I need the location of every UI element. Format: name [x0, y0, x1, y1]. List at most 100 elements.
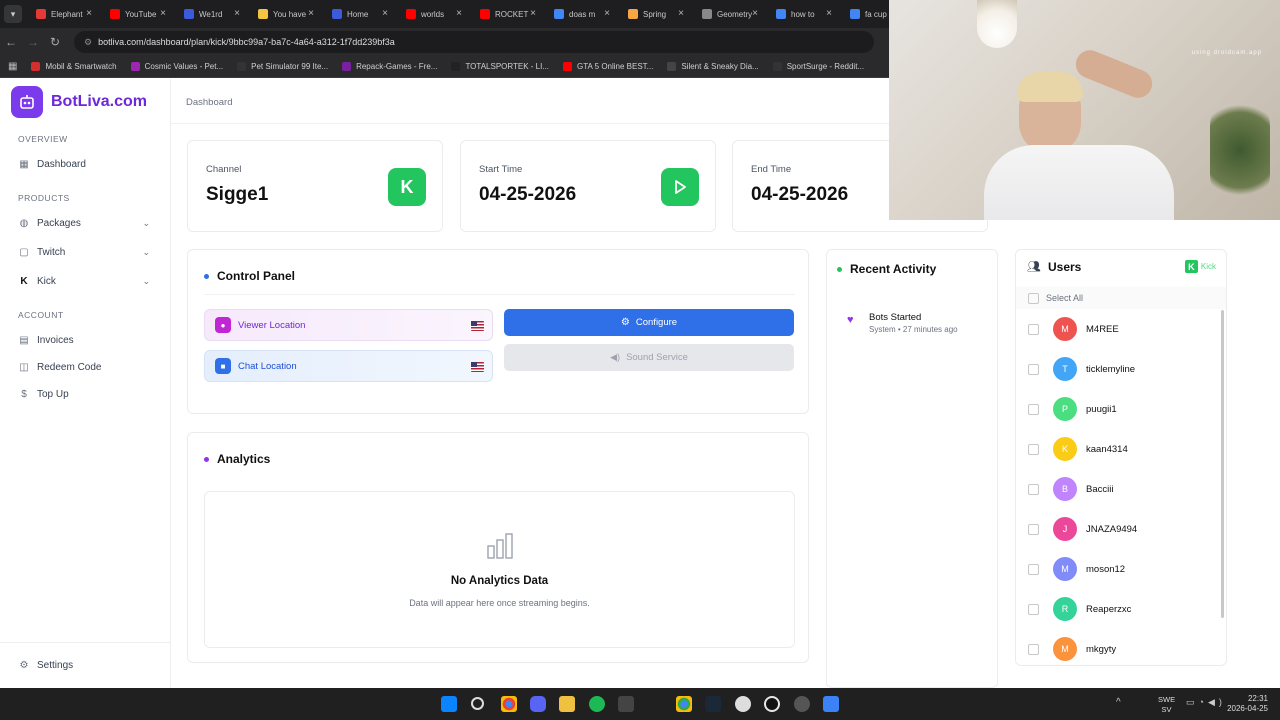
username: kaan4314 — [1086, 443, 1128, 455]
user-row[interactable]: Ppuugii1 — [1016, 389, 1216, 429]
tray-chevron-icon[interactable]: ^ — [1116, 697, 1121, 708]
bookmark-item[interactable]: Pet Simulator 99 Ite... — [237, 62, 328, 71]
close-icon[interactable]: × — [530, 8, 536, 19]
close-icon[interactable]: × — [678, 8, 684, 19]
app-icon[interactable] — [794, 696, 810, 712]
user-checkbox[interactable] — [1028, 523, 1039, 535]
user-row[interactable]: M M4REE — [1016, 309, 1216, 349]
close-icon[interactable]: × — [456, 8, 462, 19]
app-icon[interactable] — [823, 696, 839, 712]
scrollbar[interactable] — [1221, 310, 1224, 618]
reload-icon[interactable]: ↻ — [44, 35, 66, 49]
viewer-location-button[interactable]: ● Viewer Location — [204, 309, 493, 341]
user-row[interactable]: Kkaan4314 — [1016, 429, 1216, 469]
user-row[interactable]: Mmoson12 — [1016, 549, 1216, 589]
configure-button[interactable]: ⚙ Configure — [504, 309, 794, 336]
bookmark-item[interactable]: Silent & Sneaky Dia... — [667, 62, 759, 71]
kick-icon: K — [20, 276, 28, 287]
close-icon[interactable]: × — [308, 8, 314, 19]
app-icon[interactable] — [735, 696, 751, 712]
bookmark-item[interactable]: Mobil & Smartwatch — [31, 62, 117, 71]
start-icon[interactable] — [441, 696, 457, 712]
user-checkbox[interactable] — [1028, 563, 1039, 575]
select-all-checkbox[interactable] — [1028, 292, 1039, 304]
close-icon[interactable]: × — [382, 8, 388, 19]
bookmark-item[interactable]: Cosmic Values - Pet... — [130, 62, 223, 71]
browser-tab[interactable]: We1rd × — [174, 0, 248, 28]
chat-location-button[interactable]: ■ Chat Location — [204, 350, 493, 382]
username: Reaperzxc — [1086, 603, 1132, 615]
platform-label: Kick — [1200, 262, 1216, 271]
browser-tab[interactable]: Geometry × — [692, 0, 766, 28]
user-row[interactable]: Tticklemyline — [1016, 349, 1216, 389]
user-checkbox[interactable] — [1028, 483, 1039, 495]
close-icon[interactable]: × — [160, 8, 166, 19]
sidebar-item-packages[interactable]: ◍ Packages ⌄ — [18, 218, 158, 229]
user-row[interactable]: B Bacciii — [1016, 469, 1216, 509]
sidebar-item-twitch[interactable]: ▢ Twitch ⌄ — [18, 247, 158, 258]
sidebar: BotLiva.com OVERVIEW ▦ Dashboard PRODUCT… — [0, 79, 171, 688]
spotify-icon[interactable] — [589, 696, 605, 712]
chrome-icon[interactable] — [501, 696, 517, 712]
user-row[interactable]: J JNAZA9494 — [1016, 509, 1216, 549]
sidebar-item-topup[interactable]: $ Top Up — [18, 389, 158, 400]
browser-tab[interactable]: how to × — [766, 0, 840, 28]
browser-tab[interactable]: Elephant × — [26, 0, 100, 28]
breadcrumb: Dashboard — [186, 97, 233, 108]
user-row[interactable]: R Reaperzxc — [1016, 589, 1216, 629]
person-arm — [1071, 46, 1157, 102]
user-checkbox[interactable] — [1028, 363, 1039, 375]
steam-icon[interactable] — [705, 696, 721, 712]
globe-icon: ◍ — [19, 218, 29, 229]
language-indicator[interactable]: SWE SV — [1158, 695, 1175, 715]
search-icon[interactable] — [471, 697, 484, 710]
user-checkbox[interactable] — [1028, 403, 1039, 415]
close-icon[interactable]: × — [826, 8, 832, 19]
forward-icon[interactable]: → — [22, 35, 44, 49]
sidebar-item-redeem[interactable]: ◫ Redeem Code — [18, 362, 158, 373]
close-icon[interactable]: × — [234, 8, 240, 19]
url-field[interactable]: ⚙ botliva.com/dashboard/plan/kick/9bbc99… — [74, 31, 874, 53]
bookmark-item[interactable]: SportSurge - Reddit... — [772, 62, 864, 71]
browser-tab[interactable]: Spring × — [618, 0, 692, 28]
site-info-icon[interactable]: ⚙ — [84, 37, 92, 48]
app-icon[interactable] — [618, 696, 634, 712]
sidebar-item-dashboard[interactable]: ▦ Dashboard — [18, 159, 158, 170]
tab-search-icon[interactable]: ▾ — [4, 5, 22, 23]
user-row[interactable]: Mmkgyty — [1016, 629, 1216, 665]
bookmark-item[interactable]: Repack-Games - Fre... — [342, 62, 437, 71]
browser-tab[interactable]: worlds × — [396, 0, 470, 28]
browser-tab[interactable]: YouTube × — [100, 0, 174, 28]
clock[interactable]: 22:31 2026-04-25 — [1227, 694, 1268, 714]
sidebar-item-invoices[interactable]: ▤ Invoices — [18, 335, 158, 346]
close-icon[interactable]: × — [752, 8, 758, 19]
button-label: Sound Service — [626, 352, 688, 363]
tab-title: Home — [347, 9, 369, 19]
discord-icon[interactable] — [530, 696, 546, 712]
user-checkbox[interactable] — [1028, 603, 1039, 615]
bookmark-item[interactable]: TOTALSPORTEK - LI... — [451, 62, 549, 71]
tray-icons[interactable]: ▭◔◀) — [1186, 697, 1226, 708]
logo[interactable]: BotLiva.com — [11, 86, 147, 118]
folder-icon[interactable] — [559, 696, 575, 712]
user-checkbox[interactable] — [1028, 443, 1039, 455]
sidebar-item-label: Dashboard — [37, 159, 86, 170]
apps-icon[interactable]: ▦ — [8, 61, 17, 72]
browser-tab[interactable]: doas m × — [544, 0, 618, 28]
user-checkbox[interactable] — [1028, 643, 1039, 655]
sidebar-item-settings[interactable]: ⚙ Settings — [18, 660, 158, 671]
bookmark-item[interactable]: GTA 5 Online BEST... — [563, 62, 653, 71]
close-icon[interactable]: × — [86, 8, 92, 19]
lang-label: SWE — [1158, 695, 1176, 704]
user-checkbox[interactable] — [1028, 323, 1039, 335]
browser-tab[interactable]: You have × — [248, 0, 322, 28]
close-icon[interactable]: × — [604, 8, 610, 19]
sidebar-item-kick[interactable]: K Kick ⌄ — [18, 276, 158, 287]
back-icon[interactable]: ← — [0, 35, 22, 49]
browser-tab[interactable]: ROCKET × — [470, 0, 544, 28]
chrome-icon[interactable] — [676, 696, 692, 712]
select-all-row[interactable]: Select All — [1016, 287, 1226, 309]
sound-service-button[interactable]: ◀) Sound Service — [504, 344, 794, 371]
obs-icon[interactable] — [764, 696, 780, 712]
browser-tab[interactable]: Home × — [322, 0, 396, 28]
